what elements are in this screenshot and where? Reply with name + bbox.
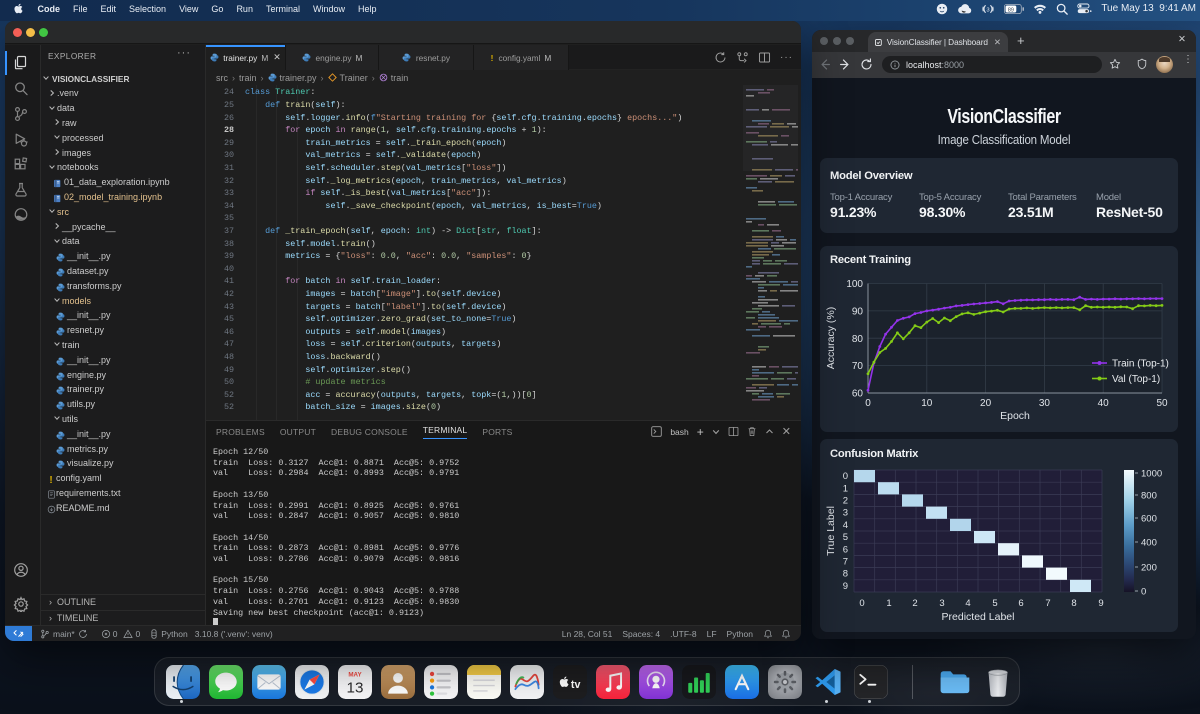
svg-text:tv: tv	[570, 678, 580, 690]
svg-text:80: 80	[852, 334, 864, 345]
svg-text:MAY: MAY	[348, 671, 362, 678]
svg-text:3: 3	[843, 508, 848, 519]
svg-text:70: 70	[852, 361, 864, 372]
svg-text:7: 7	[1045, 598, 1050, 609]
svg-text:0: 0	[859, 598, 864, 609]
svg-text:8: 8	[1071, 598, 1076, 609]
svg-text:7: 7	[843, 557, 848, 568]
svg-text:13: 13	[346, 679, 363, 696]
svg-text:1: 1	[886, 598, 891, 609]
svg-text:90: 90	[852, 306, 864, 317]
svg-text:4: 4	[843, 520, 848, 531]
svg-text:400: 400	[1141, 538, 1157, 549]
svg-text:Accuracy (%): Accuracy (%)	[825, 307, 837, 369]
svg-text:6: 6	[843, 544, 848, 555]
svg-text:10: 10	[921, 398, 933, 409]
svg-text:600: 600	[1141, 514, 1157, 525]
svg-text:1: 1	[843, 483, 848, 494]
svg-text:3: 3	[939, 598, 944, 609]
svg-text:200: 200	[1141, 563, 1157, 574]
svg-text:1000: 1000	[1141, 469, 1162, 480]
svg-text:0: 0	[865, 398, 871, 409]
svg-text:Val (Top-1): Val (Top-1)	[1112, 374, 1160, 385]
svg-text:9: 9	[1098, 598, 1103, 609]
svg-text:60: 60	[852, 389, 864, 400]
svg-text:30: 30	[1039, 398, 1051, 409]
svg-text:800: 800	[1141, 491, 1157, 502]
svg-text:50: 50	[1156, 398, 1168, 409]
svg-text:4: 4	[965, 598, 970, 609]
svg-text:2: 2	[912, 598, 917, 609]
svg-text:Epoch: Epoch	[1000, 410, 1030, 422]
svg-text:100: 100	[846, 279, 863, 290]
svg-text:6: 6	[1018, 598, 1023, 609]
svg-text:0: 0	[843, 471, 848, 482]
svg-text:0: 0	[1141, 587, 1146, 598]
svg-text:20: 20	[980, 398, 992, 409]
svg-text:3: 3	[986, 7, 989, 13]
svg-text:5: 5	[992, 598, 997, 609]
svg-text:89: 89	[1008, 7, 1014, 13]
svg-text:2: 2	[843, 496, 848, 507]
svg-text:True Label: True Label	[825, 506, 837, 556]
svg-text:40: 40	[1098, 398, 1110, 409]
svg-text:5: 5	[843, 532, 848, 543]
svg-text:8: 8	[843, 569, 848, 580]
svg-text:Predicted Label: Predicted Label	[942, 611, 1015, 623]
svg-text:Train (Top-1): Train (Top-1)	[1112, 359, 1169, 370]
svg-text:9: 9	[843, 581, 848, 592]
